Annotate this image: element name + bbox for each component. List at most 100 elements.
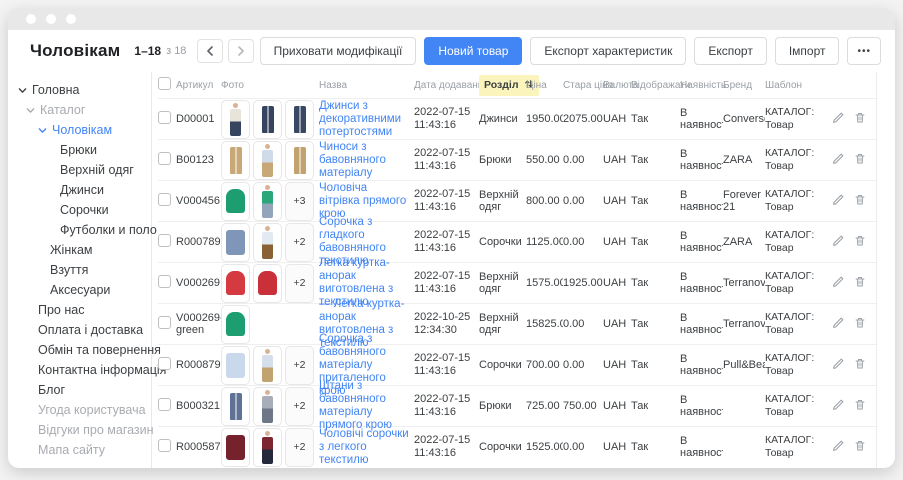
sidebar-item-women[interactable]: Жінкам (8, 240, 151, 260)
row-checkbox[interactable] (158, 357, 171, 370)
sidebar-item-exchange-returns[interactable]: Обмін та повернення (8, 340, 151, 360)
sidebar-item-sitemap[interactable]: Мапа сайту (8, 440, 151, 460)
product-section: Джинси (479, 113, 518, 125)
delete-button[interactable] (854, 111, 866, 127)
product-name-link[interactable]: Чоловіча вітрівка прямого крою (319, 182, 410, 221)
chevron-down-icon (26, 106, 35, 115)
edit-button[interactable] (832, 234, 845, 250)
product-photo[interactable] (221, 264, 250, 303)
product-photo[interactable] (221, 428, 250, 467)
product-photo[interactable] (285, 141, 314, 180)
edit-button[interactable] (832, 398, 845, 414)
more-photos-badge[interactable]: +3 (285, 182, 314, 221)
import-button[interactable]: Імпорт (775, 37, 840, 65)
sidebar-item-home[interactable]: Головна (8, 80, 151, 100)
sidebar-item-user-agreement[interactable]: Угода користувача (8, 400, 151, 420)
sidebar-item-outerwear[interactable]: Верхній одяг (8, 160, 151, 180)
more-photos-badge[interactable]: +2 (285, 428, 314, 467)
product-photo[interactable] (221, 387, 250, 426)
sidebar-item-contact-info[interactable]: Контактна інформація (8, 360, 151, 380)
hide-modifications-button[interactable]: Приховати модифікації (260, 37, 417, 65)
product-name-link[interactable]: Чоловічі сорочки з легкого текстилю (319, 428, 410, 467)
more-photos-badge[interactable]: +2 (285, 264, 314, 303)
export-characteristics-button[interactable]: Експорт характеристик (530, 37, 686, 65)
sidebar: ГоловнаКаталогЧоловікамБрюкиВерхній одяг… (8, 72, 152, 468)
sidebar-item-men[interactable]: Чоловікам (8, 120, 151, 140)
sidebar-item-accessories[interactable]: Аксесуари (8, 280, 151, 300)
product-currency: UAH (603, 154, 626, 166)
sidebar-item-jeans[interactable]: Джинси (8, 180, 151, 200)
product-photo[interactable] (253, 428, 282, 467)
product-photo[interactable] (285, 100, 314, 139)
product-photo[interactable] (221, 141, 250, 180)
column-header-section[interactable]: Розділ (479, 75, 526, 96)
product-photo[interactable] (221, 305, 250, 344)
new-product-button[interactable]: Новий товар (424, 37, 522, 65)
row-checkbox[interactable] (158, 111, 171, 124)
product-name-link[interactable]: Джинси з декоративними потертостями (319, 100, 410, 139)
row-checkbox[interactable] (158, 152, 171, 165)
delete-button[interactable] (854, 193, 866, 209)
product-photo[interactable] (253, 387, 282, 426)
more-actions-button[interactable]: ••• (847, 37, 881, 65)
edit-button[interactable] (832, 357, 845, 373)
product-photo[interactable] (253, 100, 282, 139)
product-old-price: 0.00 (563, 318, 584, 330)
product-name-link[interactable]: Чиноси з бавовняного матеріалу (319, 141, 410, 180)
prev-page-button[interactable] (197, 39, 223, 63)
sidebar-item-shoes[interactable]: Взуття (8, 260, 151, 280)
product-availability: В наявності (680, 394, 723, 418)
delete-button[interactable] (854, 234, 866, 250)
delete-button[interactable] (854, 275, 866, 291)
more-photos-badge[interactable]: +2 (285, 223, 314, 262)
edit-button[interactable] (832, 316, 845, 332)
product-photo[interactable] (221, 346, 250, 385)
sidebar-item-shirts[interactable]: Сорочки (8, 200, 151, 220)
row-checkbox[interactable] (158, 275, 171, 288)
more-photos-badge[interactable]: +2 (285, 346, 314, 385)
sidebar-item-store-reviews[interactable]: Відгуки про магазин (8, 420, 151, 440)
product-old-price: 2075.00 (563, 113, 603, 125)
table-row: R000879+2Сорочка з бавовняного матеріалу… (158, 344, 876, 385)
next-page-button[interactable] (228, 39, 254, 63)
delete-button[interactable] (854, 152, 866, 168)
row-checkbox[interactable] (158, 316, 171, 329)
product-photo[interactable] (253, 346, 282, 385)
sidebar-item-trousers[interactable]: Брюки (8, 140, 151, 160)
product-price: 550.00 (526, 154, 560, 166)
sidebar-item-blog[interactable]: Блог (8, 380, 151, 400)
product-photo[interactable] (253, 223, 282, 262)
row-checkbox[interactable] (158, 234, 171, 247)
delete-button[interactable] (854, 398, 866, 414)
product-photo[interactable] (253, 264, 282, 303)
product-photo[interactable] (253, 182, 282, 221)
product-photo[interactable] (221, 100, 250, 139)
delete-button[interactable] (854, 439, 866, 455)
trash-icon (854, 398, 866, 414)
row-checkbox[interactable] (158, 439, 171, 452)
delete-button[interactable] (854, 357, 866, 373)
edit-button[interactable] (832, 152, 845, 168)
sidebar-item-catalog[interactable]: Каталог (8, 100, 151, 120)
sidebar-item-about[interactable]: Про нас (8, 300, 151, 320)
edit-button[interactable] (832, 275, 845, 291)
export-button[interactable]: Експорт (694, 37, 766, 65)
product-photo[interactable] (221, 182, 250, 221)
sidebar-item-tshirts-polo[interactable]: Футболки и поло (8, 220, 151, 240)
edit-button[interactable] (832, 193, 845, 209)
row-checkbox[interactable] (158, 398, 171, 411)
product-brand: ZARA (723, 154, 752, 166)
more-photos-badge[interactable]: +2 (285, 387, 314, 426)
product-article: V000269 (176, 277, 220, 289)
pencil-icon (832, 152, 845, 168)
product-photo[interactable] (253, 141, 282, 180)
edit-button[interactable] (832, 111, 845, 127)
delete-button[interactable] (854, 316, 866, 332)
product-photo[interactable] (221, 223, 250, 262)
select-all-checkbox[interactable] (158, 77, 171, 90)
sidebar-item-payment-delivery[interactable]: Оплата і доставка (8, 320, 151, 340)
product-currency: UAH (603, 236, 626, 248)
edit-button[interactable] (832, 439, 845, 455)
product-name-link[interactable]: Штани з бавовняного матеріалу прямого кр… (319, 380, 410, 432)
row-checkbox[interactable] (158, 193, 171, 206)
